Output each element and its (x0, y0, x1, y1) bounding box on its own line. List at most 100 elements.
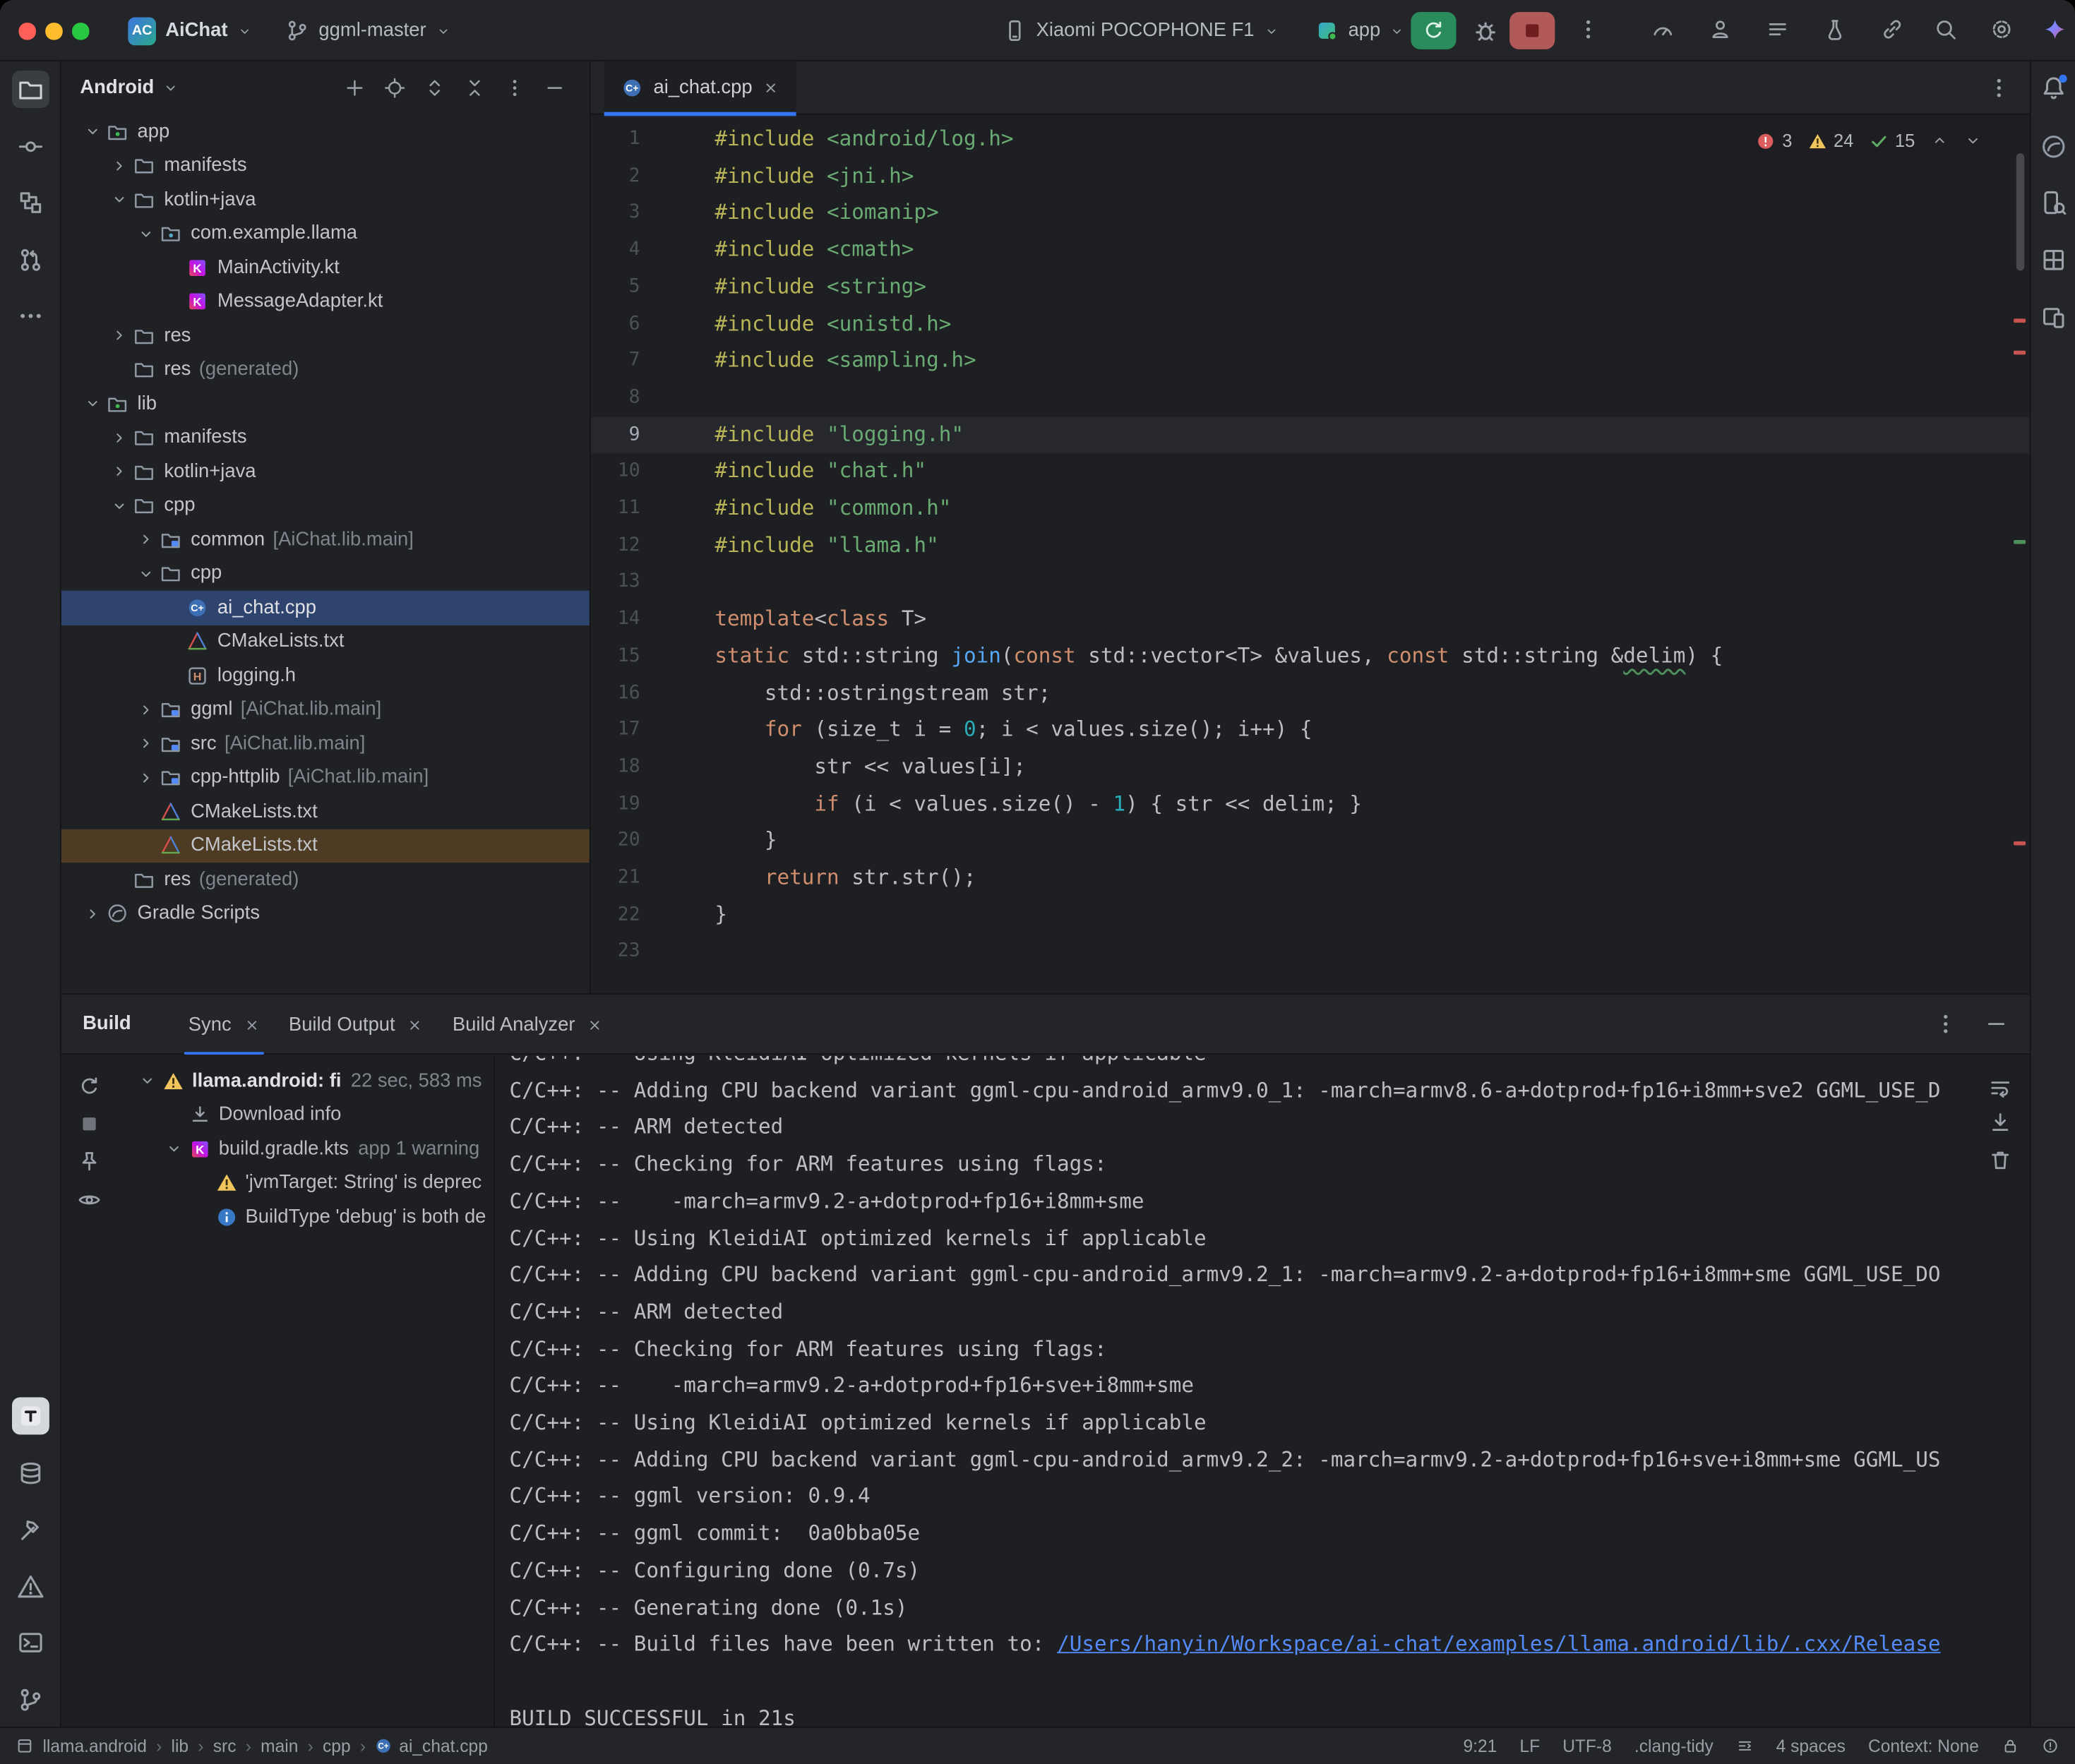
tree-item-cmakelists-txt[interactable]: CMakeLists.txt (61, 625, 590, 659)
tree-item-ggml[interactable]: ggml[AiChat.lib.main] (61, 692, 590, 726)
change-stripe-mark[interactable] (2014, 540, 2026, 544)
breadcrumb-src[interactable]: src (213, 1736, 237, 1756)
panel-options-kebab-icon[interactable] (498, 72, 530, 104)
code-line-4[interactable]: 4#include <cmath> (591, 232, 2030, 269)
search-everywhere-icon[interactable] (1934, 18, 1958, 42)
project-view-selector[interactable]: Android (80, 78, 154, 99)
tree-item-lib[interactable]: lib (61, 387, 590, 421)
tree-item-cpp-httplib[interactable]: cpp-httplib[AiChat.lib.main] (61, 761, 590, 795)
gemini-assistant-icon[interactable] (2043, 18, 2067, 42)
breadcrumb-llama-android[interactable]: llama.android (42, 1736, 146, 1756)
code-line-10[interactable]: 10#include "chat.h" (591, 454, 2030, 491)
profiler-icon[interactable] (1651, 18, 1675, 42)
close-tab-icon[interactable] (587, 1016, 603, 1033)
code-line-19[interactable]: 19 if (i < values.size() - 1) { str << d… (591, 786, 2030, 823)
pin-button[interactable] (71, 1143, 108, 1180)
breadcrumb-lib[interactable]: lib (172, 1736, 189, 1756)
code-line-3[interactable]: 3#include <iomanip> (591, 196, 2030, 232)
error-count[interactable]: 3 (1757, 131, 1792, 150)
tree-item-com-example-llama[interactable]: com.example.llama (61, 217, 590, 251)
code-with-me-icon[interactable] (1709, 18, 1733, 42)
window-minimize-button[interactable] (45, 23, 62, 40)
tree-item-manifests[interactable]: manifests (61, 149, 590, 183)
lock-icon[interactable] (2002, 1737, 2019, 1755)
build-tab-build-output[interactable]: Build Output (274, 995, 438, 1055)
notifications-button[interactable] (2035, 69, 2072, 107)
chevron-down-icon[interactable] (107, 497, 131, 515)
code-line-14[interactable]: 14template<class T> (591, 601, 2030, 638)
tree-item-src[interactable]: src[AiChat.lib.main] (61, 726, 590, 760)
project-tool-button[interactable] (12, 71, 49, 108)
hide-build-panel-icon[interactable] (1985, 1012, 2009, 1036)
code-line-16[interactable]: 16 std::ostringstream str; (591, 676, 2030, 712)
running-devices-button[interactable] (2035, 299, 2072, 336)
build-tool-button[interactable] (12, 1512, 49, 1549)
code-line-15[interactable]: 15static std::string join(const std::vec… (591, 638, 2030, 675)
indent-status[interactable]: 4 spaces (1776, 1736, 1846, 1756)
code-line-7[interactable]: 7#include <sampling.h> (591, 343, 2030, 380)
code-line-12[interactable]: 12#include "llama.h" (591, 527, 2030, 564)
line-separator[interactable]: LF (1519, 1736, 1540, 1756)
running-devices-tool-button[interactable] (12, 1397, 49, 1434)
editor-scrollbar[interactable] (2016, 153, 2024, 270)
chevron-down-icon[interactable] (107, 191, 131, 209)
tree-item-res[interactable]: res(generated) (61, 863, 590, 896)
chevron-down-icon[interactable] (160, 1140, 187, 1158)
previous-problem-icon[interactable] (1931, 132, 1949, 150)
build-tab-build-analyzer[interactable]: Build Analyzer (438, 995, 618, 1055)
more-tools-button[interactable] (12, 297, 49, 335)
soft-wrap-button[interactable] (1983, 1071, 2018, 1105)
close-tab-icon[interactable] (407, 1016, 424, 1033)
preview-button[interactable] (71, 1181, 108, 1218)
tree-item-cmakelists-txt[interactable]: CMakeLists.txt (61, 829, 590, 863)
chevron-right-icon[interactable] (107, 429, 131, 447)
project-widget[interactable]: AC AiChat (128, 0, 251, 61)
problems-tool-button[interactable] (12, 1568, 49, 1605)
console-file-link[interactable]: /Users/hanyin/Workspace/ai-chat/examples… (1057, 1632, 1940, 1656)
chevron-right-icon[interactable] (107, 157, 131, 174)
code-line-21[interactable]: 21 return str.str(); (591, 860, 2030, 896)
chevron-down-icon[interactable] (80, 395, 104, 413)
tree-item-cmakelists-txt[interactable]: CMakeLists.txt (61, 795, 590, 829)
expand-all-icon[interactable] (419, 72, 450, 104)
build-tree-item-jvmtarget-string-is-deprec[interactable]: 'jvmTarget: String' is deprec (117, 1166, 494, 1200)
tree-item-kotlin-java[interactable]: kotlin+java (61, 455, 590, 488)
editor-options-kebab-icon[interactable] (1987, 76, 2011, 100)
code-line-22[interactable]: 22} (591, 897, 2030, 934)
code-line-8[interactable]: 8 (591, 380, 2030, 416)
context-status[interactable]: Context: None (1868, 1736, 1979, 1756)
settings-gear-icon[interactable] (1990, 18, 2014, 42)
chevron-right-icon[interactable] (133, 701, 157, 719)
chevron-down-icon[interactable] (80, 123, 104, 140)
build-options-kebab-icon[interactable] (1934, 1012, 1958, 1036)
code-line-11[interactable]: 11#include "common.h" (591, 491, 2030, 527)
chevron-right-icon[interactable] (107, 327, 131, 344)
tree-item-manifests[interactable]: manifests (61, 421, 590, 455)
editor-tab-ai-chat-cpp[interactable]: C+ ai_chat.cpp (604, 61, 796, 114)
vcs-branch-widget[interactable]: ggml-master (285, 0, 450, 61)
close-tab-icon[interactable] (244, 1016, 260, 1033)
terminal-tool-button[interactable] (12, 1624, 49, 1662)
code-line-17[interactable]: 17 for (size_t i = 0; i < values.size();… (591, 712, 2030, 749)
inspections-widget[interactable]: 3 24 15 (1749, 126, 1990, 155)
tree-item-cpp[interactable]: cpp (61, 488, 590, 522)
chevron-right-icon[interactable] (133, 769, 157, 786)
locate-file-icon[interactable] (378, 72, 410, 104)
chevron-down-icon[interactable] (133, 1072, 160, 1090)
app-inspection-tool-button[interactable] (12, 1455, 49, 1492)
code-line-2[interactable]: 2#include <jni.h> (591, 158, 2030, 195)
chevron-right-icon[interactable] (80, 905, 104, 923)
code-line-20[interactable]: 20 } (591, 823, 2030, 860)
link-icon[interactable] (1880, 18, 1904, 42)
breadcrumb-main[interactable]: main (261, 1736, 298, 1756)
chevron-down-icon[interactable] (133, 565, 157, 582)
build-tree-item-llama-android-fi[interactable]: llama.android: fi22 sec, 583 ms (117, 1064, 494, 1098)
caret-position[interactable]: 9:21 (1464, 1736, 1497, 1756)
logcat-icon[interactable] (1766, 18, 1790, 42)
structure-tool-button[interactable] (12, 184, 49, 222)
breadcrumb-cpp[interactable]: cpp (323, 1736, 351, 1756)
stop-button[interactable] (1509, 12, 1555, 49)
build-tree-item-build-gradle-kts[interactable]: Kbuild.gradle.ktsapp 1 warning (117, 1132, 494, 1166)
error-stripe-mark[interactable] (2014, 351, 2026, 355)
build-tab-sync[interactable]: Sync (174, 995, 274, 1055)
